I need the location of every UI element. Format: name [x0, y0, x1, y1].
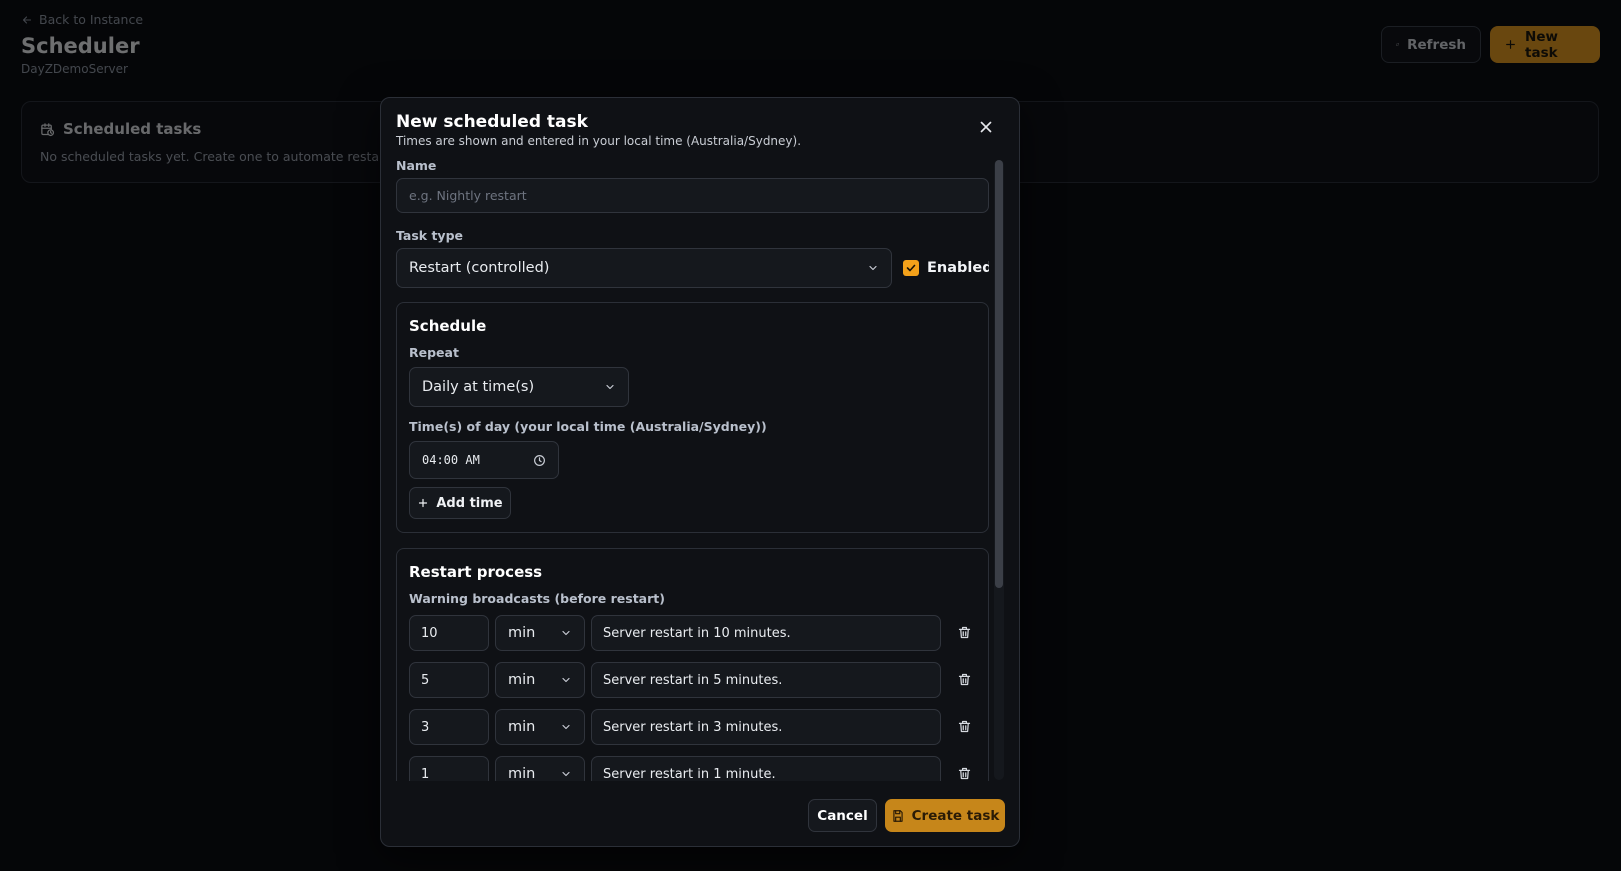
- warning-row: 3 min Server restart in 3 minutes.: [409, 709, 974, 745]
- task-type-select[interactable]: Restart (controlled): [396, 248, 892, 288]
- chevron-down-icon: [869, 265, 877, 271]
- create-task-label: Create task: [911, 807, 1000, 824]
- page-subtitle: DayZDemoServer: [21, 62, 128, 76]
- warning-amount-input[interactable]: 10: [409, 615, 489, 651]
- arrow-left-icon: [22, 15, 32, 24]
- chevron-down-icon: [562, 630, 570, 636]
- scheduled-tasks-title: Scheduled tasks: [40, 120, 201, 138]
- empty-tasks-message: No scheduled tasks yet. Create one to au…: [40, 149, 411, 164]
- warning-unit-select[interactable]: min: [495, 615, 585, 651]
- warning-row: 10 min Server restart in 10 minutes.: [409, 615, 974, 651]
- plus-icon: [1506, 40, 1515, 49]
- add-time-button[interactable]: Add time: [409, 487, 511, 519]
- repeat-label: Repeat: [409, 345, 459, 360]
- name-input[interactable]: [396, 178, 989, 213]
- new-task-dialog: New scheduled task Times are shown and e…: [380, 97, 1020, 847]
- chevron-down-icon: [562, 677, 570, 683]
- trash-icon[interactable]: [957, 625, 972, 640]
- enabled-checkbox[interactable]: [903, 260, 919, 276]
- scrollbar-thumb[interactable]: [995, 160, 1003, 588]
- warning-amount-input[interactable]: 1: [409, 756, 489, 781]
- new-task-button[interactable]: New task: [1490, 26, 1600, 63]
- task-type-label: Task type: [396, 228, 464, 243]
- warning-row: 5 min Server restart in 5 minutes.: [409, 662, 974, 698]
- warning-message-input[interactable]: Server restart in 5 minutes.: [591, 662, 941, 698]
- refresh-icon: [1396, 43, 1399, 46]
- save-icon: [892, 809, 903, 822]
- chevron-down-icon: [562, 771, 570, 777]
- warning-amount-input[interactable]: 5: [409, 662, 489, 698]
- warning-message-input[interactable]: Server restart in 3 minutes.: [591, 709, 941, 745]
- enabled-toggle[interactable]: Enabled: [903, 260, 989, 276]
- warnings-label: Warning broadcasts (before restart): [409, 591, 665, 606]
- warning-unit-select[interactable]: min: [495, 662, 585, 698]
- repeat-value: Daily at time(s): [422, 379, 535, 395]
- close-icon[interactable]: [977, 118, 995, 136]
- warning-amount-input[interactable]: 3: [409, 709, 489, 745]
- repeat-select[interactable]: Daily at time(s): [409, 367, 629, 407]
- enabled-label: Enabled: [927, 260, 989, 276]
- plus-icon: [419, 498, 428, 508]
- warning-unit-select[interactable]: min: [495, 709, 585, 745]
- back-to-instance-link[interactable]: Back to Instance: [21, 12, 143, 27]
- warning-message-input[interactable]: Server restart in 10 minutes.: [591, 615, 941, 651]
- times-label: Time(s) of day (your local time (Austral…: [409, 419, 767, 434]
- trash-icon[interactable]: [957, 672, 972, 687]
- dialog-description: Times are shown and entered in your loca…: [396, 134, 802, 148]
- chevron-down-icon: [606, 384, 614, 390]
- restart-process-title: Restart process: [409, 563, 543, 581]
- refresh-label: Refresh: [1407, 36, 1466, 53]
- name-label: Name: [396, 158, 437, 173]
- time-input[interactable]: 04:00 AM: [409, 441, 559, 479]
- create-task-button[interactable]: Create task: [885, 799, 1005, 832]
- trash-icon[interactable]: [957, 719, 972, 734]
- schedule-section: Schedule Repeat Daily at time(s) Time(s)…: [396, 302, 989, 533]
- check-icon: [906, 264, 916, 272]
- restart-process-section: Restart process Warning broadcasts (befo…: [396, 548, 989, 781]
- dialog-scroll-area[interactable]: Name Task type Restart (controlled) Enab…: [396, 156, 989, 781]
- add-time-label: Add time: [436, 495, 503, 511]
- chevron-down-icon: [562, 724, 570, 730]
- refresh-button[interactable]: Refresh: [1381, 26, 1481, 63]
- clock-icon[interactable]: [533, 454, 546, 467]
- cancel-button[interactable]: Cancel: [808, 799, 877, 832]
- back-link-label: Back to Instance: [39, 12, 144, 27]
- page-title: Scheduler: [21, 34, 140, 58]
- warning-message-input[interactable]: Server restart in 1 minute.: [591, 756, 941, 781]
- trash-icon[interactable]: [957, 766, 972, 781]
- schedule-title: Schedule: [409, 317, 487, 335]
- calendar-clock-icon: [41, 122, 55, 136]
- task-type-value: Restart (controlled): [409, 260, 550, 276]
- dialog-title: New scheduled task: [396, 112, 588, 132]
- new-task-label: New task: [1525, 28, 1558, 61]
- warning-row: 1 min Server restart in 1 minute.: [409, 756, 974, 781]
- time-value: 04:00 AM: [422, 453, 480, 467]
- warning-unit-select[interactable]: min: [495, 756, 585, 781]
